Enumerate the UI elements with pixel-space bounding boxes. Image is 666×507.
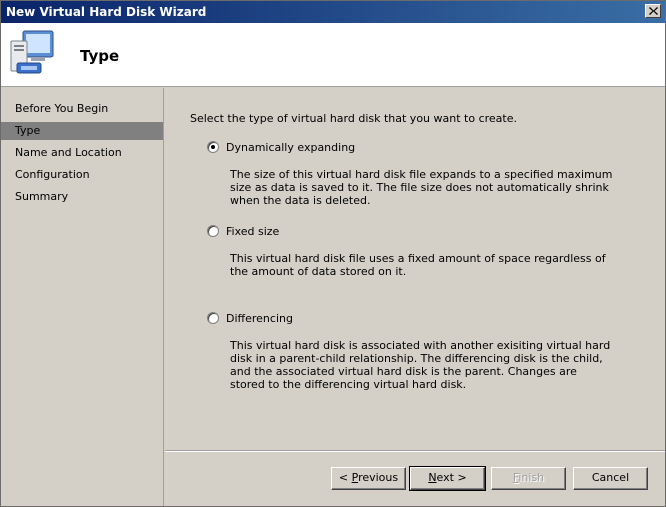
radio-differencing[interactable] [207,312,219,324]
step-configuration[interactable]: Configuration [1,166,163,184]
step-name-and-location[interactable]: Name and Location [1,144,163,162]
option-description: The size of this virtual hard disk file … [230,168,613,207]
option-description: This virtual hard disk file uses a fixed… [230,252,606,278]
step-before-you-begin[interactable]: Before You Begin [1,100,163,118]
wizard-steps-sidebar: Before You Begin Type Name and Location … [1,88,164,506]
previous-prefix: < [338,471,352,484]
step-type[interactable]: Type [1,122,163,140]
intro-text: Select the type of virtual hard disk tha… [190,112,517,125]
finish-button[interactable]: Finish [491,467,566,490]
monitor-disk-icon [10,30,54,74]
wizard-header: Type [1,23,665,87]
next-mnemonic: N [428,471,437,484]
window-title: New Virtual Hard Disk Wizard [6,5,207,19]
close-icon [649,7,658,15]
finish-label: inish [518,471,545,484]
next-label: ext > [436,471,467,484]
previous-button[interactable]: < Previous [331,467,406,490]
button-separator [165,450,665,452]
wizard-content: Select the type of virtual hard disk tha… [165,88,665,450]
close-button[interactable] [645,4,661,18]
cancel-button[interactable]: Cancel [573,467,648,490]
option-label[interactable]: Differencing [226,312,293,325]
option-description: This virtual hard disk is associated wit… [230,339,611,391]
option-label[interactable]: Dynamically expanding [226,141,355,154]
previous-label: revious [358,471,399,484]
next-button[interactable]: Next > [409,466,486,491]
radio-dynamically-expanding[interactable] [207,141,219,153]
option-label[interactable]: Fixed size [226,225,279,238]
title-bar[interactable]: New Virtual Hard Disk Wizard [1,1,665,23]
radio-selected-dot [211,145,215,149]
radio-fixed-size[interactable] [207,225,219,237]
wizard-window: New Virtual Hard Disk Wizard Type Before… [0,0,666,507]
page-title: Type [80,47,120,65]
step-summary[interactable]: Summary [1,188,163,206]
